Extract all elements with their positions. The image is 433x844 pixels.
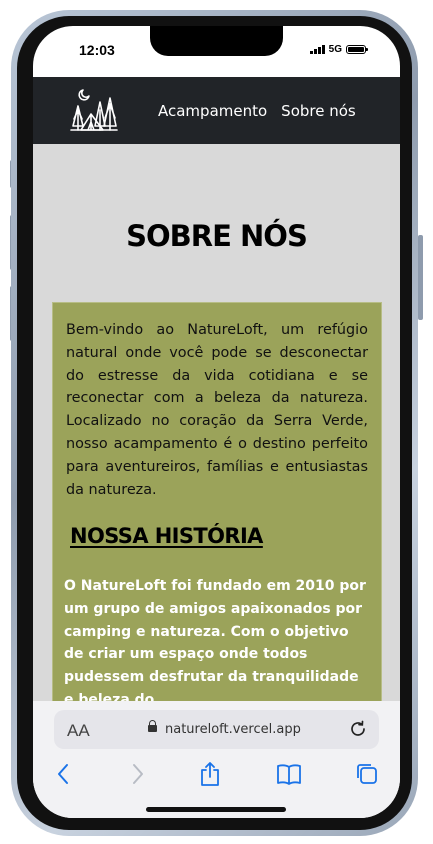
about-card: Bem-vindo ao NatureLoft, um refúgio natu…: [52, 302, 382, 701]
back-icon[interactable]: [51, 761, 77, 787]
home-indicator[interactable]: [146, 807, 286, 812]
phone-screen: 12:03 5G Acampamento Sobre nós SOBRE NÓS…: [33, 26, 400, 818]
status-time: 12:03: [79, 42, 115, 58]
intro-text: Bem-vindo ao NatureLoft, um refúgio natu…: [66, 322, 368, 498]
camping-logo-icon[interactable]: [69, 86, 119, 134]
reload-icon[interactable]: [349, 720, 367, 738]
nav-link-sobre-nos[interactable]: Sobre nós: [281, 102, 356, 120]
browser-chrome: AA natureloft.vercel.app: [33, 701, 400, 818]
page-title: SOBRE NÓS: [126, 219, 308, 254]
history-title: NOSSA HISTÓRIA: [70, 524, 263, 548]
network-label: 5G: [328, 44, 342, 55]
text-size-button[interactable]: AA: [67, 721, 90, 741]
nav-link-acampamento[interactable]: Acampamento: [158, 102, 267, 120]
signal-icon: [309, 45, 325, 54]
browser-toolbar: [33, 761, 400, 791]
notch: [150, 26, 283, 56]
status-icons: 5G: [309, 44, 368, 55]
tabs-icon[interactable]: [354, 761, 380, 787]
url-text[interactable]: natureloft.vercel.app: [165, 722, 301, 737]
history-text: O NatureLoft foi fundado em 2010 por um …: [64, 578, 366, 701]
battery-icon: [346, 45, 368, 54]
bookmarks-icon[interactable]: [276, 761, 302, 787]
share-icon[interactable]: [197, 761, 223, 787]
forward-icon[interactable]: [124, 761, 150, 787]
address-bar[interactable]: AA natureloft.vercel.app: [54, 710, 379, 749]
main-content[interactable]: SOBRE NÓS Bem-vindo ao NatureLoft, um re…: [33, 144, 400, 701]
lock-icon: [148, 720, 157, 732]
power-button: [418, 235, 423, 320]
navbar: Acampamento Sobre nós: [33, 77, 400, 144]
